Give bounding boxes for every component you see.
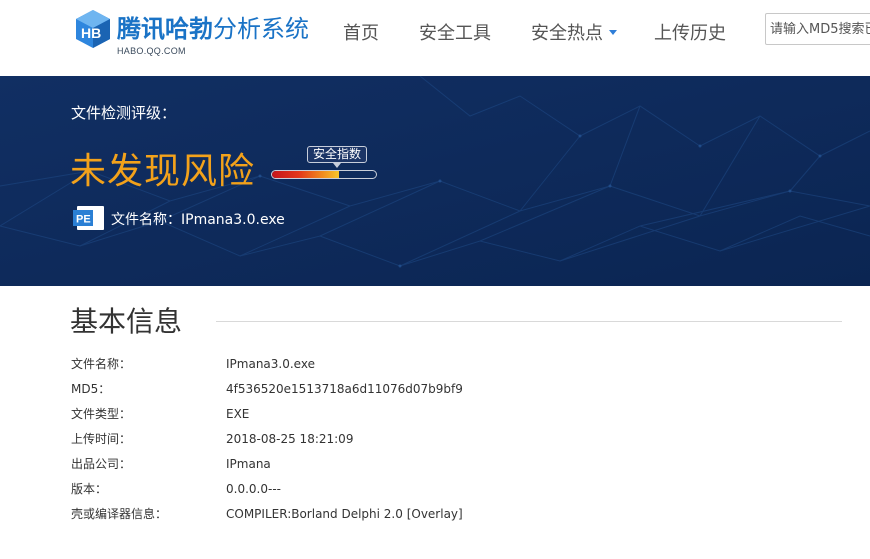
logo-title-rest: 分析系统 <box>213 15 309 43</box>
svg-text:HB: HB <box>81 25 101 41</box>
info-label: MD5： <box>71 382 111 396</box>
result-banner: 文件检测评级： 未发现风险 安全指数 PE 文件名称：IPmana3.0.exe <box>0 76 870 286</box>
info-value: 2018-08-25 18:21:09 <box>226 432 354 446</box>
info-value: COMPILER:Borland Delphi 2.0 [Overlay] <box>226 507 463 521</box>
banner-file-name-label: 文件名称： <box>111 212 181 228</box>
banner-file-name-value: IPmana3.0.exe <box>181 212 285 228</box>
nav-item-label: 安全工具 <box>419 23 491 44</box>
info-value: 4f536520e1513718a6d11076d07b9bf9 <box>226 382 463 396</box>
top-header: HB 腾讯哈勃分析系统 HABO.QQ.COM 首页 安全工具 安全热点 上传历… <box>0 0 870 76</box>
logo-title-strong: 腾讯哈勃 <box>117 15 213 43</box>
pe-file-icon: PE <box>73 206 104 230</box>
info-row: 上传时间： 2018-08-25 18:21:09 <box>0 429 870 449</box>
pe-file-icon-label: PE <box>76 214 91 226</box>
info-value: 0.0.0.0--- <box>226 482 281 496</box>
logo-title: 腾讯哈勃分析系统 <box>117 14 309 44</box>
safety-index-fill <box>272 171 339 178</box>
info-row: 文件名称： IPmana3.0.exe <box>0 354 870 374</box>
info-row: 出品公司： IPmana <box>0 454 870 474</box>
info-label: 壳或编译器信息： <box>71 507 168 521</box>
info-row: MD5： 4f536520e1513718a6d11076d07b9bf9 <box>0 379 870 399</box>
rating-label: 文件检测评级： <box>71 104 177 122</box>
info-row: 壳或编译器信息： COMPILER:Borland Delphi 2.0 [Ove… <box>0 504 870 524</box>
nav-item-upload-history[interactable]: 上传历史 <box>654 22 726 46</box>
info-value: IPmana <box>226 457 271 471</box>
info-label: 文件类型： <box>71 407 132 421</box>
safety-index-gauge <box>271 170 377 179</box>
basic-info-title: 基本信息 <box>70 305 183 338</box>
section-divider <box>216 321 842 322</box>
info-value: IPmana3.0.exe <box>226 357 315 371</box>
safety-tag-pointer <box>333 163 341 168</box>
info-label: 出品公司： <box>71 457 132 471</box>
site-logo[interactable]: HB 腾讯哈勃分析系统 HABO.QQ.COM <box>73 9 313 59</box>
risk-level: 未发现风险 <box>70 151 256 192</box>
chevron-down-icon <box>609 29 617 35</box>
nav-item-security-tools[interactable]: 安全工具 <box>419 22 491 46</box>
logo-subtitle: HABO.QQ.COM <box>117 46 186 56</box>
info-label: 上传时间： <box>71 432 132 446</box>
info-row: 版本： 0.0.0.0--- <box>0 479 870 499</box>
md5-search-input[interactable] <box>765 13 870 45</box>
info-label: 文件名称： <box>71 357 132 371</box>
nav-item-home[interactable]: 首页 <box>343 22 379 46</box>
banner-file-name: 文件名称：IPmana3.0.exe <box>111 209 285 229</box>
safety-index-tag: 安全指数 <box>307 146 368 163</box>
nav-item-label: 首页 <box>343 23 379 44</box>
info-value: EXE <box>226 407 250 421</box>
nav-item-label: 安全热点 <box>531 23 603 44</box>
nav-item-security-hotspots[interactable]: 安全热点 <box>531 22 617 46</box>
habo-logo-icon: HB <box>76 10 110 48</box>
nav-item-label: 上传历史 <box>654 23 726 44</box>
info-row: 文件类型： EXE <box>0 404 870 424</box>
info-label: 版本： <box>71 482 108 496</box>
